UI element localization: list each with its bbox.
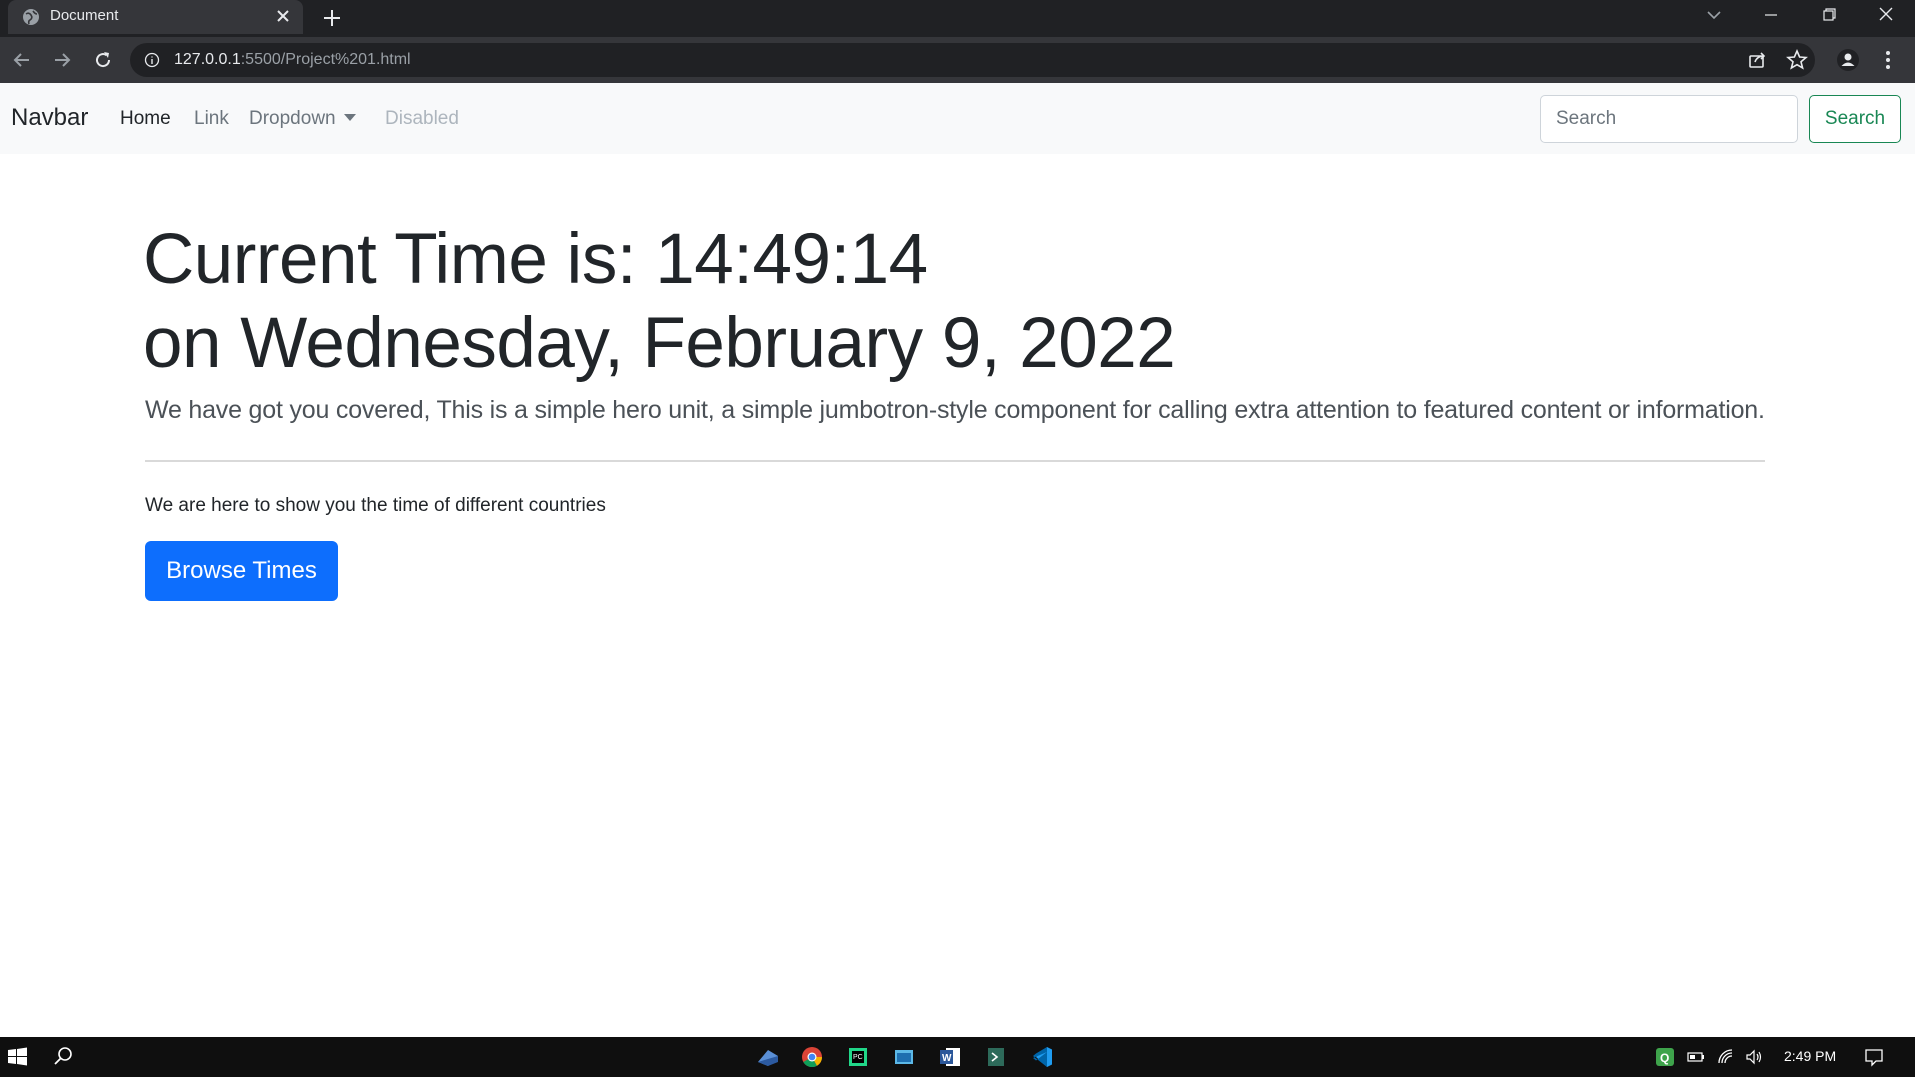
browser-tab-strip: Document — [0, 0, 1915, 37]
menu-kebab-icon[interactable] — [1876, 48, 1900, 72]
tab-search-icon[interactable] — [1700, 4, 1728, 26]
qbittorrent-icon[interactable]: Q — [1655, 1047, 1675, 1067]
nav-link-disabled: Disabled — [385, 108, 459, 129]
hero-text: We are here to show you the time of diff… — [145, 495, 606, 516]
site-info-icon[interactable] — [144, 52, 160, 68]
nav-dropdown[interactable]: Dropdown — [249, 108, 356, 130]
browser-tab[interactable]: Document — [8, 0, 303, 34]
globe-favicon-icon — [23, 9, 39, 25]
reload-icon[interactable] — [91, 48, 115, 72]
profile-icon[interactable] — [1836, 48, 1860, 72]
search-button[interactable]: Search — [1809, 95, 1901, 143]
app-icon[interactable] — [750, 1042, 786, 1072]
new-tab-icon[interactable] — [320, 6, 344, 30]
forward-icon[interactable] — [50, 48, 74, 72]
svg-text:W: W — [942, 1053, 952, 1064]
divider — [145, 460, 1765, 462]
url-path: :5500/Project%201.html — [240, 51, 411, 68]
navbar-brand[interactable]: Navbar — [11, 104, 88, 132]
taskbar: PC W Q 2:49 PM — [0, 1037, 1915, 1077]
url-text: 127.0.0.1:5500/Project%201.html — [174, 51, 411, 69]
pycharm-icon[interactable]: PC — [840, 1042, 876, 1072]
search-input[interactable] — [1540, 95, 1798, 143]
svg-text:PC: PC — [853, 1054, 863, 1061]
wifi-icon[interactable] — [1716, 1047, 1736, 1067]
hero-lead: We have got you covered, This is a simpl… — [145, 396, 1765, 424]
tab-title: Document — [50, 7, 119, 24]
svg-text:Q: Q — [1660, 1051, 1669, 1065]
taskbar-clock[interactable]: 2:49 PM — [1784, 1048, 1836, 1064]
url-host: 127.0.0.1 — [174, 51, 241, 68]
caret-down-icon — [343, 114, 356, 121]
close-window-icon[interactable] — [1872, 4, 1900, 26]
word-icon[interactable]: W — [932, 1042, 968, 1072]
current-date-line: on Wednesday, February 9, 2022 — [143, 304, 1176, 383]
nav-link-link[interactable]: Link — [194, 108, 229, 130]
chrome-icon[interactable] — [794, 1042, 830, 1072]
minimize-icon[interactable] — [1757, 4, 1785, 26]
page-navbar: Navbar Home Link Dropdown Disabled Searc… — [0, 83, 1915, 154]
browse-times-button[interactable]: Browse Times — [145, 541, 338, 601]
nav-link-home[interactable]: Home — [120, 108, 171, 130]
close-tab-icon[interactable] — [273, 6, 293, 26]
bookmark-star-icon[interactable] — [1785, 48, 1809, 72]
share-icon[interactable] — [1745, 48, 1769, 72]
explorer-icon[interactable] — [886, 1042, 922, 1072]
nav-dropdown-label: Dropdown — [249, 108, 336, 129]
address-bar[interactable]: 127.0.0.1:5500/Project%201.html — [130, 43, 1815, 77]
hero-title: Current Time is: 14:49:14 on Wednesday, … — [143, 218, 1176, 386]
battery-icon[interactable] — [1686, 1047, 1706, 1067]
back-icon[interactable] — [10, 48, 34, 72]
browser-toolbar: 127.0.0.1:5500/Project%201.html — [0, 37, 1915, 83]
volume-icon[interactable] — [1744, 1047, 1764, 1067]
start-icon[interactable] — [0, 1042, 36, 1072]
notification-icon[interactable] — [1864, 1047, 1884, 1067]
vscode-icon[interactable] — [1024, 1042, 1060, 1072]
search-icon[interactable] — [45, 1042, 81, 1072]
restore-icon[interactable] — [1815, 4, 1843, 26]
current-time-line: Current Time is: 14:49:14 — [143, 220, 928, 299]
terminal-icon[interactable] — [978, 1042, 1014, 1072]
